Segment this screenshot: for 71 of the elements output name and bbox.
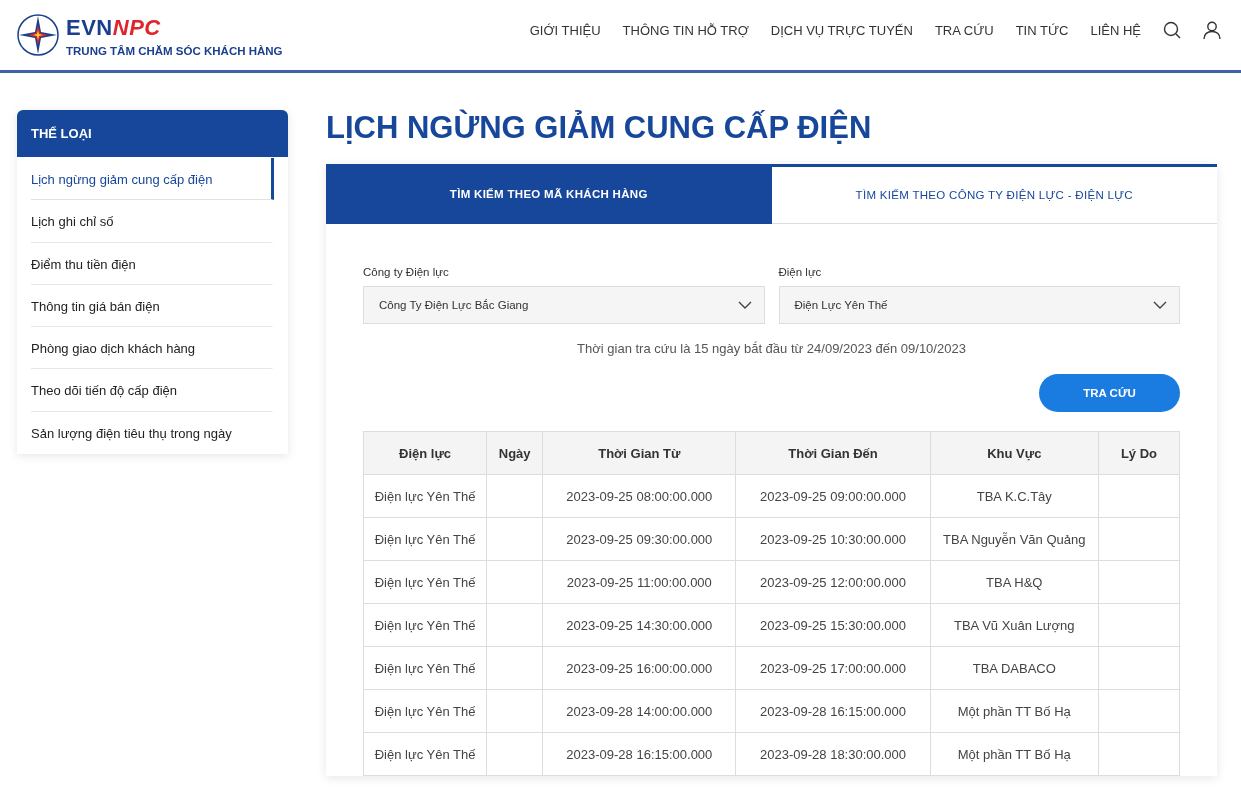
table-cell bbox=[486, 474, 543, 518]
chevron-down-icon bbox=[737, 301, 752, 309]
table-cell: Điện lực Yên Thế bbox=[363, 474, 487, 518]
column-header: Thời Gian Đến bbox=[735, 431, 931, 475]
field-label: Công ty Điện lực bbox=[363, 266, 450, 278]
category-item[interactable]: Thông tin giá bán điện bbox=[31, 284, 274, 328]
table-cell: 2023-09-25 16:00:00.000 bbox=[542, 646, 736, 690]
search-button[interactable]: TRA CỨU bbox=[1039, 374, 1180, 412]
search-icon[interactable] bbox=[1163, 21, 1181, 39]
table-cell: TBA H&Q bbox=[930, 560, 1099, 604]
table-cell: 2023-09-28 14:00:00.000 bbox=[542, 689, 736, 733]
table-cell: 2023-09-25 08:00:00.000 bbox=[542, 474, 736, 518]
table-cell: 2023-09-25 12:00:00.000 bbox=[735, 560, 931, 604]
brand-name[interactable]: EVNNPC bbox=[66, 17, 283, 39]
table-cell: Điện lực Yên Thế bbox=[363, 689, 487, 733]
table-cell: TBA Nguyễn Văn Quảng bbox=[930, 517, 1099, 561]
category-item[interactable]: Phòng giao dịch khách hàng bbox=[31, 327, 274, 370]
table-cell bbox=[486, 689, 543, 733]
category-item[interactable]: Sản lượng điện tiêu thụ trong ngày bbox=[31, 411, 274, 455]
table-cell: 2023-09-28 16:15:00.000 bbox=[542, 732, 736, 776]
table-cell: 2023-09-25 10:30:00.000 bbox=[735, 517, 931, 561]
category-item[interactable]: Lịch ghi chỉ số bbox=[31, 200, 274, 243]
category-item[interactable]: Lịch ngừng giảm cung cấp điện bbox=[31, 158, 274, 201]
table-cell: Điện lực Yên Thế bbox=[363, 603, 487, 647]
category-item[interactable]: Điểm thu tiền điện bbox=[31, 242, 274, 285]
page-title: LỊCH NGỪNG GIẢM CUNG CẤP ĐIỆN bbox=[326, 110, 873, 146]
category-item[interactable]: Theo dõi tiến độ cấp điện bbox=[31, 369, 274, 412]
field-label: Điện lực bbox=[778, 266, 823, 278]
logo-icon bbox=[16, 13, 60, 57]
table-cell: 2023-09-25 14:30:00.000 bbox=[542, 603, 736, 647]
table-cell: Một phần TT Bố Hạ bbox=[930, 689, 1099, 733]
table-cell: TBA Vũ Xuân Lượng bbox=[930, 603, 1099, 647]
table-cell: Điện lực Yên Thế bbox=[363, 560, 487, 604]
column-header: Khu Vực bbox=[930, 431, 1099, 475]
table-cell: 2023-09-25 11:00:00.000 bbox=[542, 560, 736, 604]
table-cell: 2023-09-25 09:30:00.000 bbox=[542, 517, 736, 561]
table-cell: TBA DABACO bbox=[930, 646, 1099, 690]
nav-link[interactable]: GIỚI THIỆU bbox=[529, 22, 601, 38]
table-cell bbox=[486, 646, 543, 690]
search-tab[interactable]: TÌM KIẾM THEO MÃ KHÁCH HÀNG bbox=[326, 164, 772, 224]
table-cell: 2023-09-28 18:30:00.000 bbox=[735, 732, 931, 776]
table-cell: Một phần TT Bố Hạ bbox=[930, 732, 1099, 776]
nav-link[interactable]: TIN TỨC bbox=[1015, 22, 1069, 38]
nav-link[interactable]: DỊCH VỤ TRỰC TUYẾN bbox=[770, 22, 913, 38]
table-cell: 2023-09-28 16:15:00.000 bbox=[735, 689, 931, 733]
table-cell: Điện lực Yên Thế bbox=[363, 517, 487, 561]
nav-link[interactable]: THÔNG TIN HỖ TRỢ bbox=[622, 22, 749, 38]
user-icon[interactable] bbox=[1203, 21, 1221, 39]
table-cell: Điện lực Yên Thế bbox=[363, 646, 487, 690]
select-field[interactable]: Điện Lực Yên Thế bbox=[778, 286, 1180, 324]
select-field[interactable]: Công Ty Điện Lực Bắc Giang bbox=[363, 286, 765, 324]
table-cell: 2023-09-25 17:00:00.000 bbox=[735, 646, 931, 690]
table-cell: Điện lực Yên Thế bbox=[363, 732, 487, 776]
column-header: Lý Do bbox=[1098, 431, 1180, 475]
table-cell bbox=[486, 517, 543, 561]
table-cell: 2023-09-25 09:00:00.000 bbox=[735, 474, 931, 518]
brand-subtitle: TRUNG TÂM CHĂM SÓC KHÁCH HÀNG bbox=[66, 45, 283, 57]
table-cell bbox=[486, 560, 543, 604]
table-cell bbox=[486, 603, 543, 647]
column-header: Ngày bbox=[486, 431, 543, 475]
table-cell: TBA K.C.Tây bbox=[930, 474, 1099, 518]
nav-link[interactable]: TRA CỨU bbox=[934, 22, 994, 38]
nav-link[interactable]: LIÊN HỆ bbox=[1090, 22, 1141, 38]
column-header: Thời Gian Từ bbox=[542, 431, 736, 475]
chevron-down-icon bbox=[1153, 301, 1167, 309]
table-cell: 2023-09-25 15:30:00.000 bbox=[735, 603, 931, 647]
search-period-note: Thời gian tra cứu là 15 ngày bắt đầu từ 24/09/2023 đến 09/10/2023 bbox=[576, 341, 967, 356]
category-title: THỂ LOẠI bbox=[17, 110, 288, 157]
column-header: Điện lực bbox=[363, 431, 487, 475]
table-cell bbox=[486, 732, 543, 776]
search-tab[interactable]: TÌM KIẾM THEO CÔNG TY ĐIỆN LỰC - ĐIỆN LỰC bbox=[771, 164, 1217, 224]
